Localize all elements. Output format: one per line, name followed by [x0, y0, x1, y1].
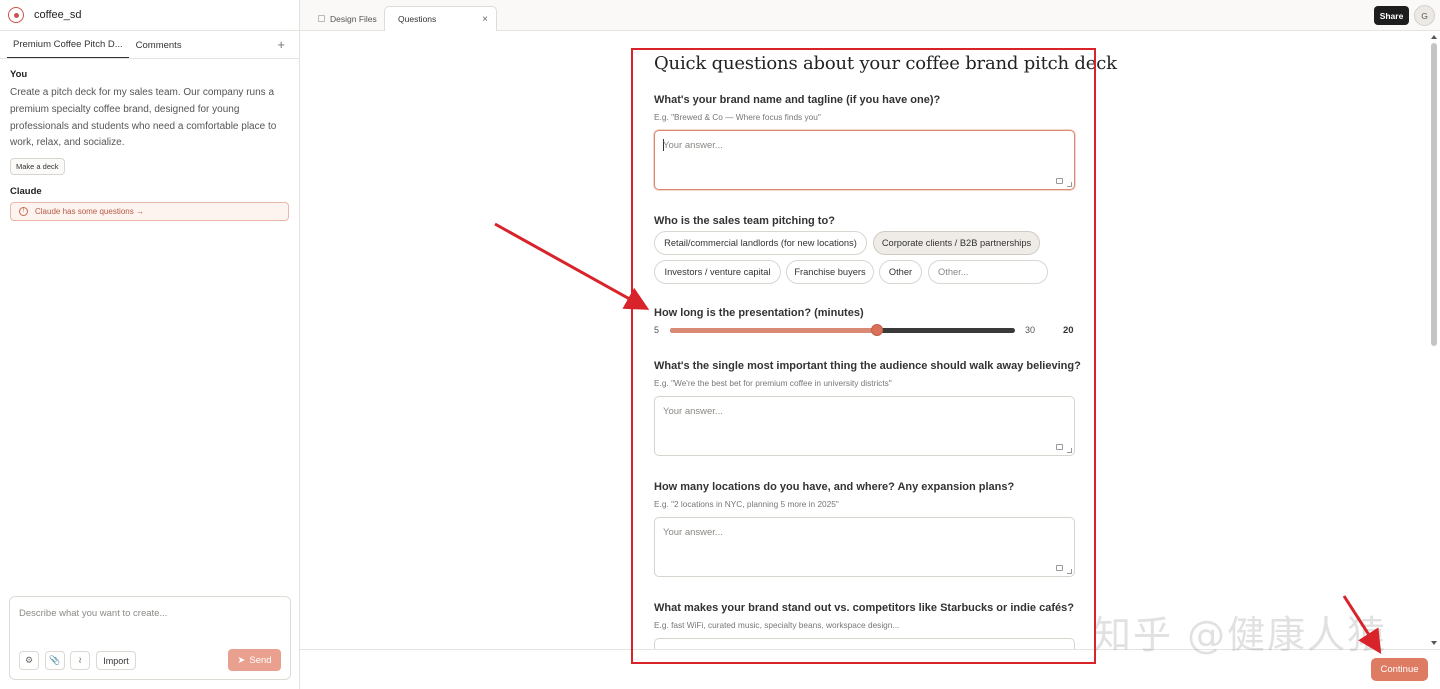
- questions-canvas: Quick questions about your coffee brand …: [300, 31, 1428, 649]
- user-role-label: You: [10, 69, 28, 80]
- duration-slider[interactable]: [670, 324, 1015, 336]
- user-message: Create a pitch deck for my sales team. O…: [10, 87, 277, 149]
- expand-icon[interactable]: [1056, 178, 1063, 184]
- composer: Describe what you want to create... ⚙ 📎 …: [9, 596, 291, 680]
- option-investors[interactable]: Investors / venture capital: [654, 260, 781, 284]
- tab-design-files[interactable]: Design Files: [318, 6, 377, 31]
- scroll-thumb[interactable]: [1431, 43, 1437, 346]
- slider-fill: [670, 328, 877, 333]
- avatar[interactable]: G: [1414, 5, 1435, 26]
- tab-pitch-deck[interactable]: Premium Coffee Pitch D...: [7, 39, 129, 58]
- expand-icon[interactable]: [1056, 565, 1063, 571]
- scroll-up-icon[interactable]: [1431, 35, 1437, 39]
- assistant-role-label: Claude: [10, 186, 42, 198]
- scroll-down-icon[interactable]: [1431, 641, 1437, 645]
- other-input[interactable]: Other...: [928, 260, 1048, 284]
- make-deck-chip[interactable]: Make a deck: [10, 158, 65, 176]
- option-other[interactable]: Other: [879, 260, 922, 284]
- q1-placeholder: Your answer...: [663, 140, 723, 151]
- q5-placeholder: Your answer...: [663, 527, 723, 538]
- q1-label: What's your brand name and tagline (if y…: [654, 94, 941, 106]
- slider-handle[interactable]: [871, 324, 883, 336]
- editor-topbar: Design Files Questions × Share G: [300, 0, 1440, 31]
- send-button[interactable]: ➤ Send: [228, 649, 281, 671]
- prompt-input[interactable]: Describe what you want to create...: [19, 608, 167, 619]
- project-name[interactable]: coffee_sd: [34, 9, 82, 21]
- settings-icon[interactable]: ⚙: [19, 651, 39, 670]
- chat-thread: You Create a pitch deck for my sales tea…: [0, 59, 299, 231]
- slider-value: 20: [1063, 325, 1074, 336]
- tab-comments[interactable]: Comments: [130, 40, 188, 58]
- q2-label: Who is the sales team pitching to?: [654, 215, 835, 227]
- import-button[interactable]: Import: [96, 651, 136, 670]
- scrollbar[interactable]: [1428, 31, 1440, 649]
- close-icon[interactable]: ×: [482, 14, 488, 25]
- q1-answer-field[interactable]: Your answer...: [654, 130, 1075, 190]
- q1-hint: E.g. "Brewed & Co — Where focus finds yo…: [654, 112, 821, 122]
- questions-notice[interactable]: ! Claude has some questions →: [10, 202, 289, 222]
- q4-answer-field[interactable]: Your answer...: [654, 396, 1075, 456]
- resize-handle-icon[interactable]: [1067, 182, 1072, 187]
- resize-handle-icon[interactable]: [1067, 448, 1072, 453]
- footer-bar: Continue: [300, 649, 1440, 689]
- attach-icon[interactable]: 📎: [45, 651, 65, 670]
- option-retail-landlords[interactable]: Retail/commercial landlords (for new loc…: [654, 231, 867, 255]
- q3-label: How long is the presentation? (minutes): [654, 307, 864, 319]
- q6-label: What makes your brand stand out vs. comp…: [654, 602, 1074, 614]
- send-icon: ➤: [237, 654, 246, 666]
- slider-max-label: 30: [1025, 325, 1036, 335]
- q6-answer-field[interactable]: [654, 638, 1075, 649]
- share-button[interactable]: Share: [1374, 6, 1409, 25]
- tab-questions[interactable]: Questions ×: [384, 6, 497, 31]
- q5-hint: E.g. "2 locations in NYC, planning 5 mor…: [654, 499, 839, 509]
- file-icon: [318, 15, 325, 22]
- option-franchise-buyers[interactable]: Franchise buyers: [786, 260, 874, 284]
- tab-questions-label: Questions: [398, 14, 437, 24]
- tab-design-files-label: Design Files: [330, 13, 377, 24]
- project-bar: coffee_sd: [0, 0, 299, 31]
- q4-placeholder: Your answer...: [663, 406, 723, 417]
- questions-notice-text: Claude has some questions →: [35, 207, 144, 217]
- palette-icon[interactable]: [8, 7, 24, 23]
- option-corporate-clients[interactable]: Corporate clients / B2B partnerships: [873, 231, 1040, 255]
- add-tab-icon[interactable]: +: [277, 37, 285, 52]
- q4-label: What's the single most important thing t…: [654, 360, 1081, 372]
- info-icon: !: [19, 207, 28, 217]
- q6-hint: E.g. fast WiFi, curated music, specialty…: [654, 620, 900, 630]
- q5-label: How many locations do you have, and wher…: [654, 481, 1015, 493]
- chat-tabs: Premium Coffee Pitch D... Comments +: [0, 31, 299, 59]
- page-title: Quick questions about your coffee brand …: [654, 53, 1117, 74]
- continue-button[interactable]: Continue: [1371, 658, 1428, 681]
- voice-icon[interactable]: ≀: [70, 651, 90, 670]
- send-label: Send: [249, 654, 272, 666]
- q5-answer-field[interactable]: Your answer...: [654, 517, 1075, 577]
- expand-icon[interactable]: [1056, 444, 1063, 450]
- chat-panel: coffee_sd Premium Coffee Pitch D... Comm…: [0, 0, 300, 689]
- resize-handle-icon[interactable]: [1067, 569, 1072, 574]
- q4-hint: E.g. "We're the best bet for premium cof…: [654, 378, 892, 388]
- slider-min-label: 5: [654, 325, 660, 335]
